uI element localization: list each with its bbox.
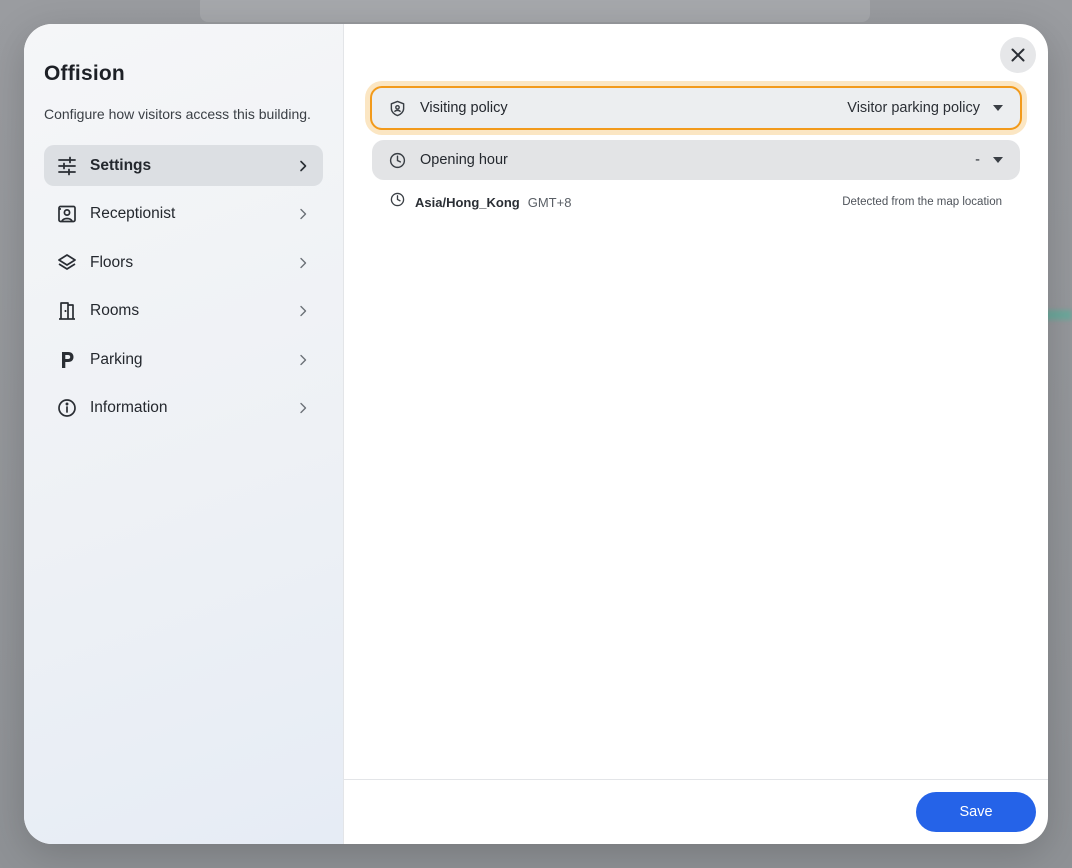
close-button[interactable] [1000,37,1036,73]
chevron-right-icon [295,400,311,416]
opening-hour-label: Opening hour [420,152,508,168]
opening-hour-select[interactable]: Opening hour - [372,140,1020,180]
settings-nav: Settings Receptionist Floors Rooms Parki… [44,145,323,429]
nav-item-floors[interactable]: Floors [44,242,323,283]
timezone-info: Asia/Hong_Kong GMT+8 Detected from the m… [390,192,1002,212]
clock-icon [388,151,406,169]
save-button[interactable]: Save [916,792,1036,832]
visiting-policy-select[interactable]: Visiting policy Visitor parking policy [370,86,1022,130]
nav-item-label: Rooms [90,302,140,319]
parking-icon [56,349,78,371]
chevron-right-icon [295,206,311,222]
nav-item-label: Floors [90,253,134,271]
chevron-right-icon [295,255,311,271]
chevron-right-icon [295,158,311,174]
layers-icon [56,252,78,274]
chevron-right-icon [295,303,311,319]
door-icon [56,300,78,322]
building-description: Configure how visitors access this build… [44,106,311,122]
building-name: Offision [44,62,125,85]
building-settings-modal: Offision Configure how visitors access t… [24,24,1048,844]
close-icon [1011,48,1025,62]
nav-item-label: Parking [90,350,143,368]
nav-item-settings[interactable]: Settings [44,145,323,186]
settings-sidebar: Offision Configure how visitors access t… [24,24,344,844]
background-search-bar [200,0,870,22]
info-icon [56,397,78,419]
nav-item-parking[interactable]: Parking [44,339,323,380]
nav-item-rooms[interactable]: Rooms [44,291,323,332]
caret-down-icon [992,154,1004,166]
nav-item-label: Receptionist [90,205,176,222]
timezone-offset: GMT+8 [527,194,572,210]
clock-icon [390,192,405,212]
modal-footer: Save [344,779,1048,844]
visiting-policy-label: Visiting policy [420,100,508,116]
timezone-name: Asia/Hong_Kong [415,194,520,210]
nav-item-label: Settings [90,156,152,174]
opening-hour-value: - [975,152,980,168]
id-card-icon [56,203,78,225]
caret-down-icon [992,102,1004,114]
chevron-right-icon [295,352,311,368]
nav-item-information[interactable]: Information [44,388,323,429]
sliders-icon [56,155,78,177]
shield-icon [388,99,406,117]
settings-panel: Visiting policy Visitor parking policy O… [344,24,1048,844]
nav-item-receptionist[interactable]: Receptionist [44,194,323,235]
nav-item-label: Information [90,399,168,416]
timezone-note: Detected from the map location [842,196,1002,208]
visiting-policy-value: Visitor parking policy [847,100,980,116]
